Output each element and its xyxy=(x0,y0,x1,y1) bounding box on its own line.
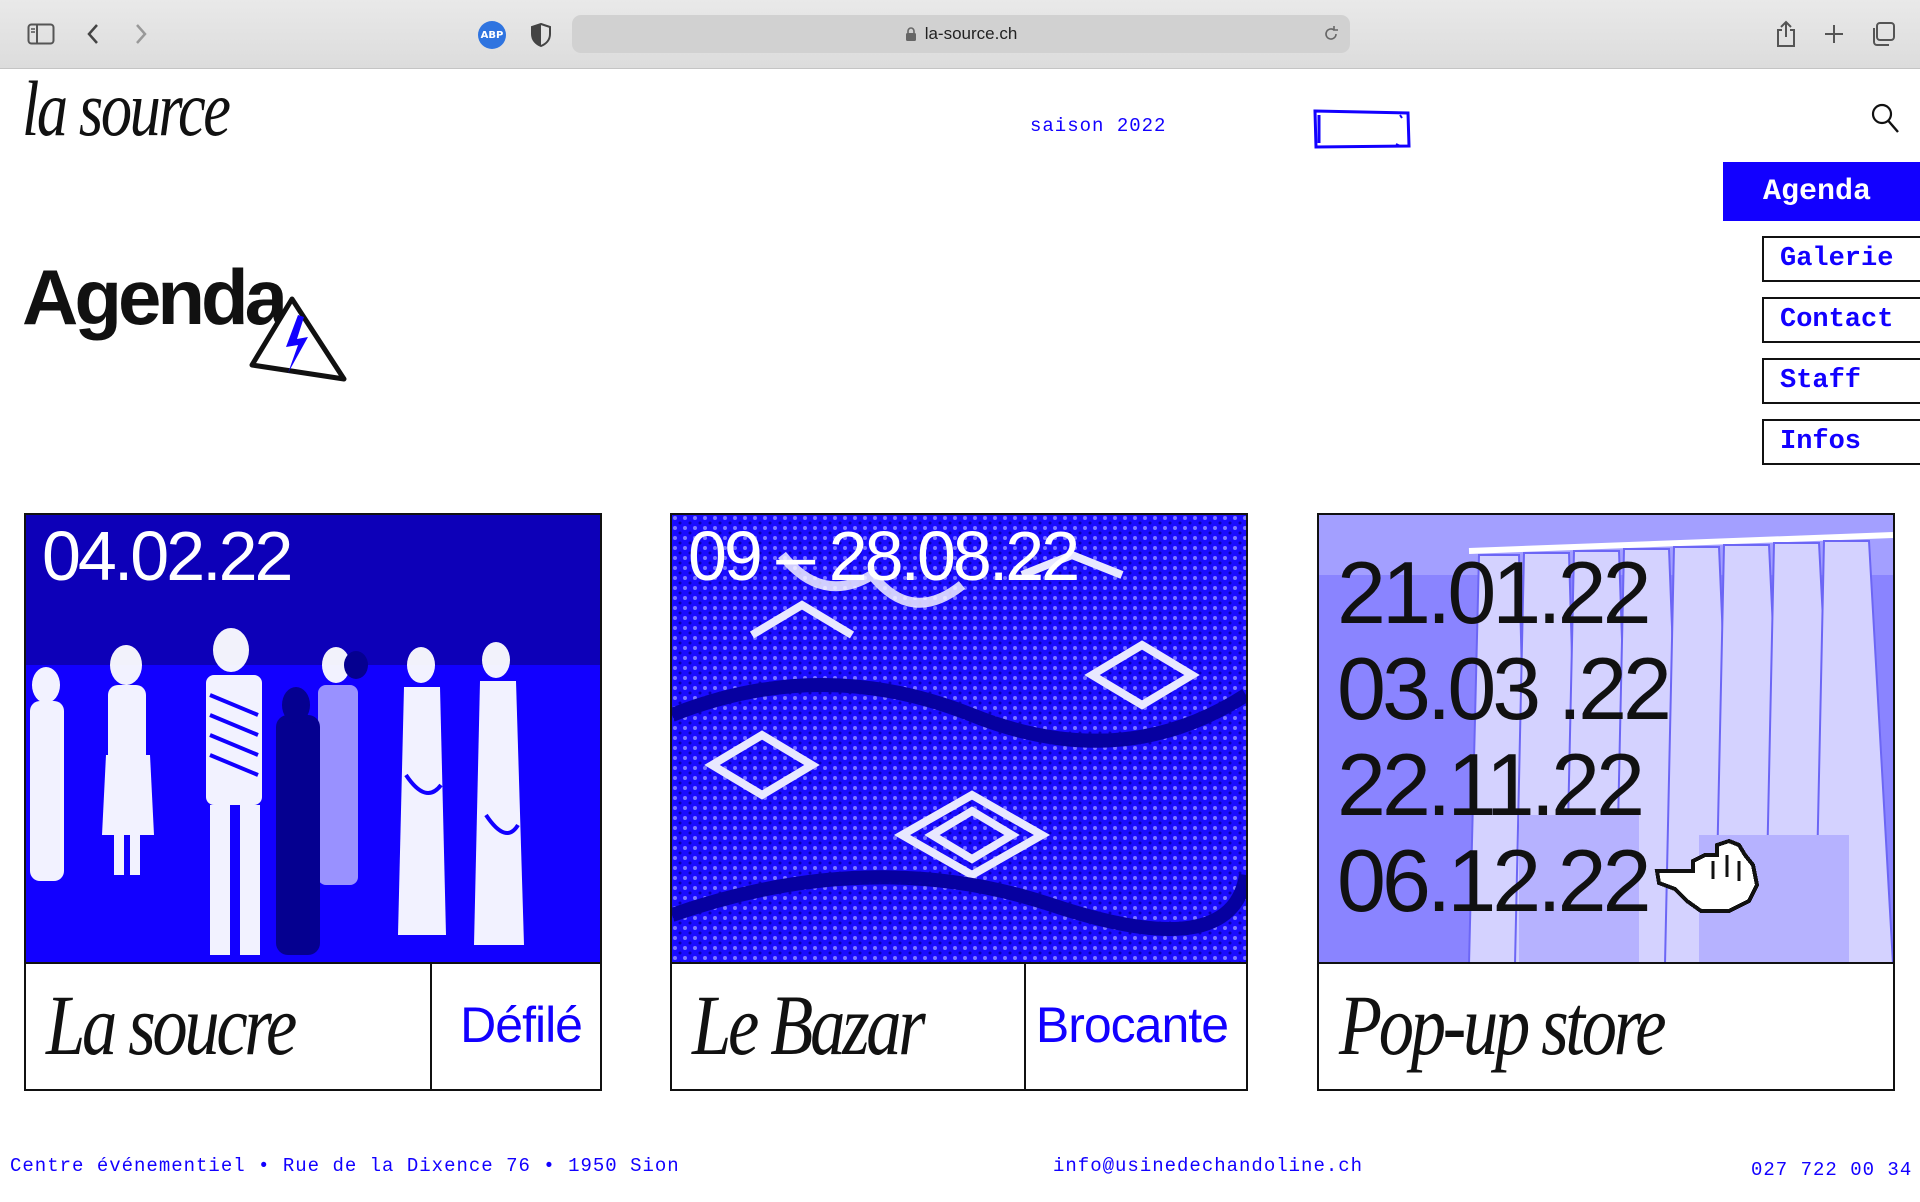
page-title: Agenda xyxy=(22,253,288,341)
event-date: 04.02.22 xyxy=(42,517,293,595)
lock-icon xyxy=(905,27,916,41)
ticket-icon[interactable] xyxy=(1312,108,1412,150)
footer-phone[interactable]: 027 722 00 34 xyxy=(1751,1159,1912,1181)
sidebar-toggle-icon[interactable] xyxy=(24,17,58,51)
event-category-tag[interactable]: Défilé xyxy=(460,1000,583,1050)
share-icon[interactable] xyxy=(1772,17,1800,51)
nav-item-infos[interactable]: Infos xyxy=(1762,419,1920,465)
browser-toolbar: ABP la-source.ch xyxy=(0,0,1920,69)
event-card-footer: La soucre Défilé xyxy=(26,964,600,1089)
event-dates-list: 21.01.22 03.03 .22 22.11.22 06.12.22 xyxy=(1337,543,1672,930)
forward-arrow-icon[interactable] xyxy=(128,17,154,51)
url-text: la-source.ch xyxy=(924,24,1018,43)
event-image-clothes-rack: 21.01.22 03.03 .22 22.11.22 06.12.22 xyxy=(1319,515,1893,964)
event-title[interactable]: Pop-up store xyxy=(1339,982,1667,1068)
nav-item-agenda[interactable]: Agenda xyxy=(1723,162,1920,221)
search-icon[interactable] xyxy=(1870,102,1900,134)
new-tab-plus-icon[interactable] xyxy=(1820,17,1848,51)
high-voltage-warning-icon xyxy=(248,293,348,385)
event-date: 21.01.22 xyxy=(1337,543,1652,642)
nav-item-contact[interactable]: Contact xyxy=(1762,297,1920,343)
event-date: 22.11.22 xyxy=(1337,735,1645,834)
card-divider xyxy=(1024,964,1026,1089)
event-title[interactable]: Le Bazar xyxy=(692,982,926,1068)
event-title[interactable]: La soucre xyxy=(46,982,297,1068)
address-bar[interactable]: la-source.ch xyxy=(572,15,1350,53)
reload-icon[interactable] xyxy=(1322,25,1340,43)
tab-overview-icon[interactable] xyxy=(1868,17,1898,51)
footer-address: Centre événementiel • Rue de la Dixence … xyxy=(10,1155,680,1177)
event-card-pop-up-store[interactable]: 21.01.22 03.03 .22 22.11.22 06.12.22 Pop… xyxy=(1317,513,1895,1091)
event-card-footer: Le Bazar Brocante xyxy=(672,964,1246,1089)
hand-pointer-cursor-icon xyxy=(1653,831,1761,919)
event-category-tag[interactable]: Brocante xyxy=(1036,1000,1229,1050)
event-date: 09 – 28.08.22 xyxy=(688,517,1080,595)
event-image-fashion-show: 04.02.22 xyxy=(26,515,600,964)
privacy-shield-icon[interactable] xyxy=(530,22,552,48)
nav-item-galerie[interactable]: Galerie xyxy=(1762,236,1920,282)
card-divider xyxy=(430,964,432,1089)
footer-email-link[interactable]: info@usinedechandoline.ch xyxy=(1053,1155,1363,1177)
site-logo[interactable]: la source xyxy=(22,70,231,148)
event-date: 03.03 .22 xyxy=(1337,639,1672,738)
nav-item-staff[interactable]: Staff xyxy=(1762,358,1920,404)
season-label: saison 2022 xyxy=(1030,115,1167,137)
back-arrow-icon[interactable] xyxy=(80,17,106,51)
event-card-le-bazar[interactable]: 09 – 28.08.22 Le Bazar Brocante xyxy=(670,513,1248,1091)
event-date: 06.12.22 xyxy=(1337,831,1652,930)
adblock-icon[interactable]: ABP xyxy=(478,21,506,49)
event-card-la-soucre[interactable]: 04.02.22 La soucre Défilé xyxy=(24,513,602,1091)
event-card-footer: Pop-up store xyxy=(1319,964,1893,1089)
event-image-textiles: 09 – 28.08.22 xyxy=(672,515,1246,964)
